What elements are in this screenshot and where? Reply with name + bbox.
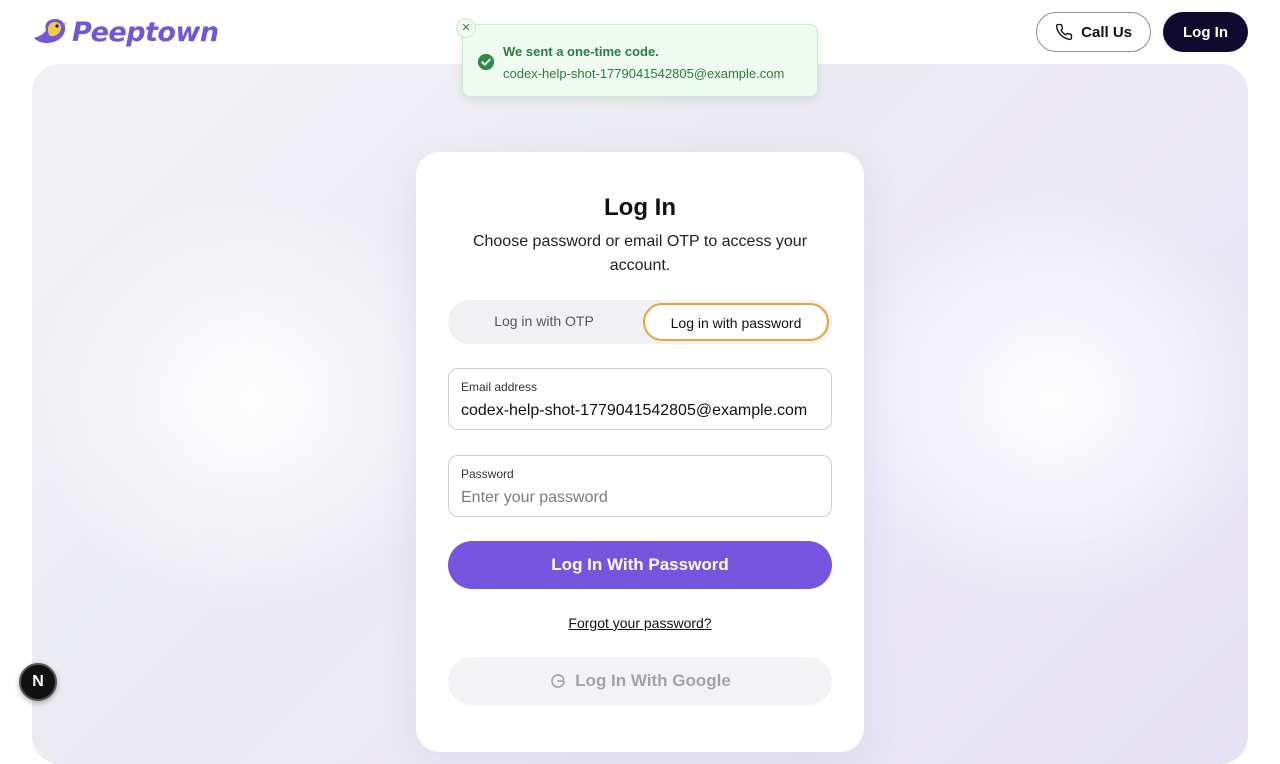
- login-with-google-button[interactable]: Log In With Google: [448, 657, 832, 705]
- brand-name: Peeptown: [72, 16, 219, 48]
- tab-login-password[interactable]: Log in with password: [643, 303, 829, 341]
- login-subtitle: Choose password or email OTP to access y…: [472, 233, 808, 274]
- forgot-password-row: Forgot your password?: [416, 615, 864, 633]
- toast-close-icon[interactable]: ✕: [456, 18, 476, 38]
- toast-title: We sent a one-time code.: [503, 44, 659, 59]
- call-us-button[interactable]: Call Us: [1036, 12, 1151, 52]
- forgot-password-link[interactable]: Forgot your password?: [568, 615, 711, 631]
- dev-tools-badge[interactable]: N: [19, 663, 57, 701]
- login-card: Log In Choose password or email OTP to a…: [416, 152, 864, 752]
- header-login-button[interactable]: Log In: [1163, 12, 1248, 52]
- call-us-label: Call Us: [1081, 23, 1132, 41]
- otp-sent-toast: ✕ We sent a one-time code. codex-help-sh…: [456, 18, 818, 97]
- email-field-label: Email address: [461, 380, 538, 394]
- google-icon: [551, 674, 565, 688]
- email-field[interactable]: Email address: [448, 368, 832, 430]
- login-method-toggle: Log in with OTP Log in with password: [448, 300, 832, 344]
- bird-logo-icon: [34, 19, 67, 43]
- phone-icon: [1056, 23, 1073, 41]
- password-field[interactable]: Password: [448, 455, 832, 517]
- google-button-label: Log In With Google: [575, 671, 731, 690]
- email-input[interactable]: [461, 400, 819, 422]
- tab-login-otp[interactable]: Log in with OTP: [451, 303, 637, 341]
- page-title: Log In: [604, 194, 676, 221]
- password-field-label: Password: [461, 467, 514, 481]
- check-circle-icon: [477, 53, 495, 71]
- password-input[interactable]: [461, 487, 819, 509]
- brand-logo[interactable]: Peeptown: [32, 14, 219, 50]
- toast-email: codex-help-shot-1779041542805@example.co…: [503, 66, 785, 81]
- login-with-password-button[interactable]: Log In With Password: [448, 541, 832, 589]
- nav-actions: Call Us Log In: [1036, 12, 1248, 52]
